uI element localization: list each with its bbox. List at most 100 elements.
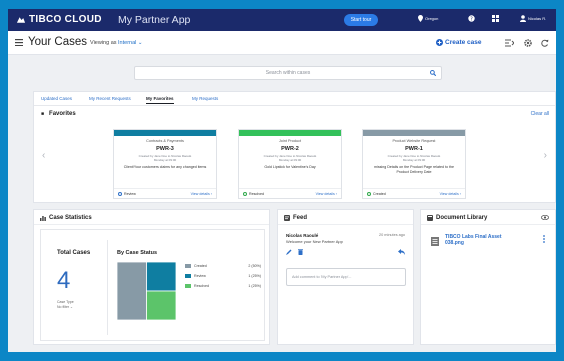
card-meta-date: Monday at 09:00 xyxy=(153,158,177,162)
card-meta: Created by Jane Doe to Nicolas Raoulé Mon… xyxy=(363,154,465,162)
status-label: Created xyxy=(373,192,386,196)
search-bar[interactable]: Search within cases xyxy=(134,66,442,80)
legend-value: 1 (25%) xyxy=(248,274,261,278)
chevron-left-icon[interactable]: ‹ xyxy=(42,150,45,161)
case-tabs: Updated Cases My Recent Requests My Favo… xyxy=(34,92,555,106)
chevron-down-icon: ⌄ xyxy=(70,305,73,309)
card-category: Contracts & Payments xyxy=(146,139,184,143)
card-description: missing Details on the Product Page rela… xyxy=(374,165,454,174)
legend-swatch xyxy=(185,274,191,278)
case-statistics-panel: Case Statistics Total Cases 4 Case Type … xyxy=(33,209,270,345)
app-window: TIBCO CLOUD My Partner App Start tour Or… xyxy=(8,9,556,352)
favorite-case-card[interactable]: Contracts & Payments PWR-3 Created by Ja… xyxy=(113,129,217,199)
card-meta-date: Monday at 09:00 xyxy=(402,158,426,162)
start-tour-button[interactable]: Start tour xyxy=(344,14,378,26)
by-case-status-title: By Case Status xyxy=(117,250,158,256)
legend-item: Review 1 (25%) xyxy=(185,273,261,283)
brand-logo[interactable]: TIBCO CLOUD xyxy=(16,14,102,25)
stats-divider xyxy=(107,240,108,335)
case-statistics-title: Case Statistics xyxy=(40,215,92,221)
card-category: Joint Product xyxy=(278,139,302,143)
app-name: My Partner App xyxy=(118,14,191,26)
svg-text:?: ? xyxy=(470,17,473,23)
favorite-case-card[interactable]: Product Website Request PWR-1 Created by… xyxy=(362,129,466,199)
refresh-icon[interactable] xyxy=(541,39,549,47)
user-icon xyxy=(520,15,526,22)
favorites-label: Favorites xyxy=(49,111,76,117)
help-icon: ? xyxy=(468,15,475,22)
create-case-button[interactable]: Create case xyxy=(436,39,482,46)
comment-input[interactable]: Add comment to 'My Partner App'... xyxy=(286,268,406,286)
card-meta-date: Monday at 09:00 xyxy=(278,158,302,162)
legend-swatch xyxy=(185,284,191,288)
view-details-label: View details xyxy=(439,192,459,196)
edit-icon[interactable] xyxy=(286,249,292,255)
help-button[interactable]: ? xyxy=(468,15,475,22)
tibco-logo-icon xyxy=(16,16,26,23)
card-status: Resolved xyxy=(243,192,264,196)
favorites-title: ■ Favorites xyxy=(41,111,76,117)
total-cases-value: 4 xyxy=(57,267,71,294)
user-menu[interactable]: Nicolas R. xyxy=(520,15,546,22)
region-selector[interactable]: Oregon xyxy=(418,15,438,22)
card-meta: Created by Jane Doe to Nicolas Raoulé Mon… xyxy=(239,154,341,162)
more-options-icon[interactable] xyxy=(543,235,545,243)
tab-my-recent-requests[interactable]: My Recent Requests xyxy=(89,96,131,101)
view-details-link[interactable]: View details › xyxy=(191,192,212,196)
document-icon xyxy=(431,237,439,246)
case-status-legend: Created 2 (50%) Review 1 (25%) Resolved 1 (25… xyxy=(185,263,261,293)
filter-icon[interactable] xyxy=(505,39,514,47)
reply-icon[interactable] xyxy=(398,249,405,255)
treemap-cell-created[interactable] xyxy=(117,262,147,320)
create-case-label: Create case xyxy=(445,39,482,46)
document-library-label: Document Library xyxy=(436,215,488,221)
card-footer: Resolved View details › xyxy=(239,188,341,198)
grid-icon xyxy=(492,15,499,22)
favorite-case-card[interactable]: Joint Product PWR-2 Created by Jane Doe … xyxy=(238,129,342,199)
feed-author: Nicolas Raoulé xyxy=(286,233,319,238)
feed-label: Feed xyxy=(293,215,308,221)
treemap-cell-resolved[interactable] xyxy=(146,290,177,320)
status-dot-icon xyxy=(118,192,122,196)
card-category: Product Website Request xyxy=(392,139,436,143)
status-dot-icon xyxy=(243,192,247,196)
viewing-value[interactable]: Internal xyxy=(118,40,136,46)
document-link[interactable]: TIBCO Labs Final Asset 038.png xyxy=(445,234,513,246)
viewing-as[interactable]: Viewing as Internal ⌄ xyxy=(90,40,143,46)
gear-icon[interactable] xyxy=(524,39,532,47)
feed-time: 20 minutes ago xyxy=(379,233,405,237)
tab-my-requests[interactable]: My Requests xyxy=(192,96,218,101)
brand-name: TIBCO CLOUD xyxy=(29,14,102,25)
chevron-down-icon: ⌄ xyxy=(137,40,143,46)
legend-swatch xyxy=(185,264,191,268)
legend-label: Resolved xyxy=(194,284,209,288)
page-header: Your Cases Viewing as Internal ⌄ Create … xyxy=(8,31,556,55)
search-icon[interactable] xyxy=(430,70,436,76)
card-status: Created xyxy=(367,192,386,196)
top-bar: TIBCO CLOUD My Partner App Start tour Or… xyxy=(8,9,556,31)
statistics-body: Total Cases 4 Case Type No filter ⌄ By C… xyxy=(40,229,265,341)
feed-actions xyxy=(286,249,303,255)
clear-all-link[interactable]: Clear all xyxy=(531,111,549,117)
total-cases-label: Total Cases xyxy=(57,250,91,256)
view-details-link[interactable]: View details › xyxy=(440,192,461,196)
case-type-filter[interactable]: Case Type No filter ⌄ xyxy=(57,300,74,310)
star-icon: ■ xyxy=(41,111,45,117)
case-type-label: Case Type xyxy=(57,300,74,304)
location-pin-icon xyxy=(418,15,423,22)
tab-updated-cases[interactable]: Updated Cases xyxy=(41,96,72,101)
case-statistics-label: Case Statistics xyxy=(49,215,92,221)
eye-icon[interactable] xyxy=(541,215,549,220)
tab-my-favorites[interactable]: My Favorites xyxy=(146,96,174,104)
card-description: Client/Your customers claims for any cha… xyxy=(123,165,207,169)
user-name: Nicolas R. xyxy=(528,16,547,21)
feed-icon xyxy=(284,215,290,221)
chevron-right-icon[interactable]: › xyxy=(544,150,547,161)
view-details-link[interactable]: View details › xyxy=(316,192,337,196)
hamburger-menu-icon[interactable] xyxy=(15,39,23,46)
treemap-cell-review[interactable] xyxy=(146,262,177,292)
apps-button[interactable] xyxy=(492,15,499,22)
delete-icon[interactable] xyxy=(298,249,303,255)
card-footer: Review View details › xyxy=(114,188,216,198)
status-label: Resolved xyxy=(249,192,264,196)
